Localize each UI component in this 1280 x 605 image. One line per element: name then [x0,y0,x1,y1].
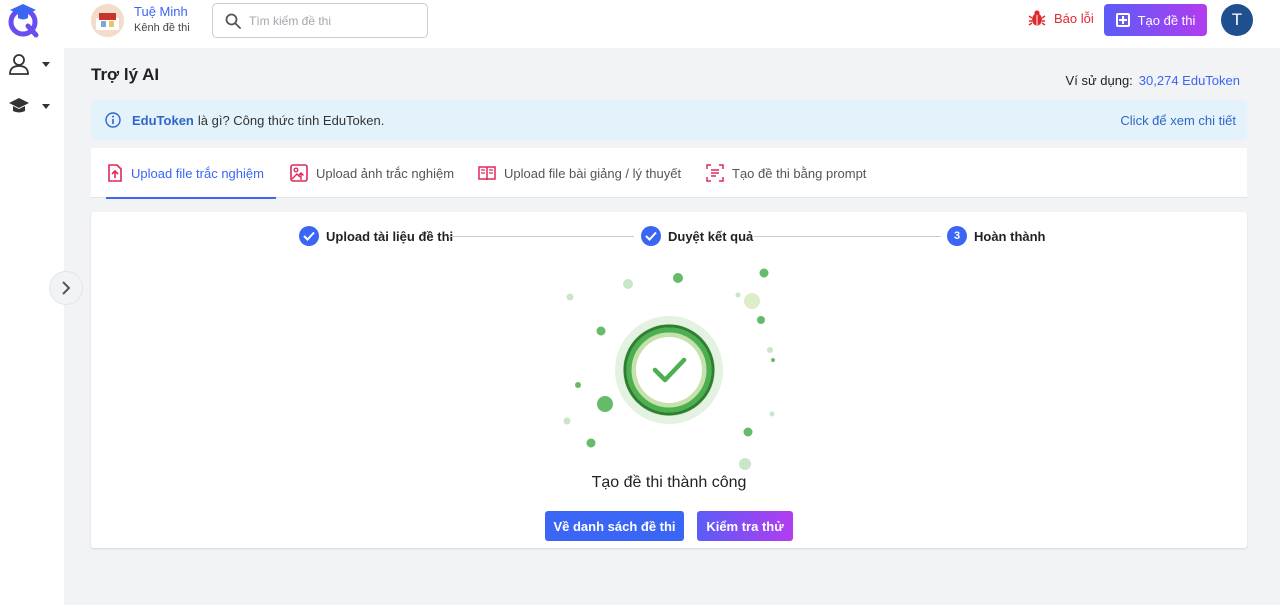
wallet-value: 30,274 EduToken [1138,73,1240,88]
view-details-link[interactable]: Click để xem chi tiết [1120,113,1236,128]
tab-upload-lecture[interactable]: Upload file bài giảng / lý thuyết [478,148,681,198]
create-exam-label: Tạo đề thi [1137,12,1196,28]
step-upload: Upload tài liệu đề thi [299,226,453,246]
book-open-icon [478,165,496,181]
step-label: Duyệt kết quả [668,228,754,244]
success-message: Tạo đề thi thành công [591,474,747,491]
test-exam-button[interactable]: Kiểm tra thử [697,511,793,541]
sidebar [0,0,83,605]
info-banner-keyword: EduToken [132,112,194,128]
channel-avatar[interactable] [91,4,124,37]
step-number: 3 [947,226,967,246]
sidebar-item-account[interactable] [8,51,58,77]
bug-icon [1028,10,1046,26]
channel-avatar-image [91,4,124,37]
info-icon [105,112,121,128]
page-title: Trợ lý AI [91,65,160,84]
add-square-icon [1115,13,1130,27]
text-scan-icon [706,164,724,182]
channel-subtitle: Kênh đề thi [134,22,190,34]
step-connector [448,236,634,237]
step-complete: 3 Hoàn thành [947,226,1046,246]
sidebar-item-courses[interactable] [8,93,58,119]
chevron-right-icon [62,281,71,295]
result-card: Upload tài liệu đề thi Duyệt kết quả 3 H… [91,212,1247,548]
tab-label: Upload file bài giảng / lý thuyết [504,165,682,181]
chevron-down-icon [42,103,50,109]
file-upload-icon [107,164,123,182]
tab-generate-by-prompt[interactable]: Tạo đề thi bằng prompt [706,148,866,198]
wallet-balance: Ví sử dụng: 30,274 EduToken [1066,73,1240,88]
search-icon [225,13,241,29]
check-icon [641,226,661,246]
create-exam-button[interactable]: Tạo đề thi [1104,4,1207,36]
upload-mode-tabs: Upload file trắc nghiệm Upload ảnh trắc … [91,148,1247,199]
top-header: Tuệ Minh Kênh đề thi Báo lỗi Tạo đề thi … [64,0,1280,48]
step-label: Upload tài liệu đề thi [326,228,454,244]
search-input[interactable] [249,13,419,28]
channel-name[interactable]: Tuệ Minh [134,4,188,19]
check-icon [299,226,319,246]
tab-label: Upload ảnh trắc nghiệm [316,165,455,181]
tab-label: Upload file trắc nghiệm [131,165,264,181]
search-box[interactable] [212,3,428,38]
info-banner: EduToken là gì? Công thức tính EduToken.… [91,100,1247,140]
chevron-down-icon [42,61,50,67]
graduation-cap-icon [9,98,29,113]
success-illustration [563,268,775,470]
tab-upload-quiz-file[interactable]: Upload file trắc nghiệm [106,148,276,199]
user-avatar[interactable]: T [1221,4,1253,36]
sidebar-expand-button[interactable] [49,271,83,305]
report-bug-label: Báo lỗi [1054,10,1094,26]
wallet-label: Ví sử dụng: [1065,73,1133,88]
user-icon [9,54,29,75]
step-label: Hoàn thành [974,228,1046,244]
info-banner-text: là gì? Công thức tính EduToken. [197,112,385,128]
tab-label: Tạo đề thi bằng prompt [732,165,867,181]
report-bug-button[interactable]: Báo lỗi [1028,9,1094,27]
step-connector [754,236,941,237]
image-upload-icon [290,164,308,182]
app-logo[interactable] [6,2,42,38]
back-to-exam-list-button[interactable]: Về danh sách đề thi [545,511,684,541]
success-check-circle [636,337,702,403]
step-review: Duyệt kết quả [641,226,753,246]
tab-upload-quiz-image[interactable]: Upload ảnh trắc nghiệm [290,148,454,198]
